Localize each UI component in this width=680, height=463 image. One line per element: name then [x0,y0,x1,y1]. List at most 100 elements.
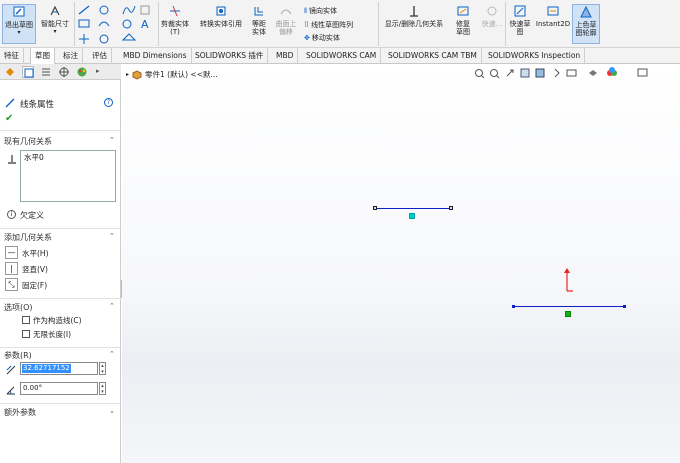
tab-evaluate[interactable]: 评估 [88,48,112,64]
crosshair-icon [59,67,69,77]
rapid-sketch-button[interactable]: 快速草图 [507,4,533,36]
mirror-icon: ⫴ [304,6,307,15]
svg-text:A: A [141,18,149,31]
add-fix-label[interactable]: 固定(F) [22,280,47,291]
parameters-header[interactable]: 参数(R) [4,350,32,361]
section-divider [0,298,121,299]
trim-entities-label: 剪裁实体(T) [161,20,189,36]
relations-icon [410,6,418,17]
tab-cam[interactable]: SOLIDWORKS CAM [302,48,382,64]
move-icon: ✥ [304,34,310,42]
exit-sketch-icon [13,6,25,17]
add-horizontal-label[interactable]: 水平(H) [22,248,49,259]
heads-up-toolbar[interactable] [472,67,662,79]
shaded-contours-label: 上色草图轮廓 [575,21,597,37]
selected-sketch-line[interactable] [375,208,451,209]
display-tab[interactable] [76,66,88,78]
line-endpoint[interactable] [623,305,626,308]
collapse-chevron-icon[interactable]: ⌃ [109,302,116,310]
property-tab[interactable] [22,66,34,78]
tab-inspection[interactable]: SOLIDWORKS Inspection [484,48,586,64]
tab-mbd[interactable]: MBD [272,48,299,64]
offset-entities-button[interactable]: 等距实体 [247,4,271,36]
line-icon [5,98,15,108]
line-endpoint[interactable] [512,305,515,308]
smart-dimension-icon [50,5,60,16]
horizontal-relation-glyph[interactable] [409,213,415,219]
existing-relations-list[interactable]: 水平0 [20,150,116,202]
convert-entities-button[interactable]: 转换实体引用 [195,4,247,28]
length-spinner[interactable]: ▴ ▾ [99,362,106,375]
property-manager: ▸ 线条属性 ? ✔ 现有几何关系 ⌃ 水平0 i 欠定义 添加几何关系 ⌃ —… [0,64,121,463]
feature-tree-tab[interactable] [4,66,16,78]
tab-addins[interactable]: SOLIDWORKS 插件 [191,48,269,64]
dimxpert-tab[interactable] [58,66,70,78]
repair-sketch-button[interactable]: 修复草图 [448,4,478,36]
collapse-chevron-icon[interactable]: ⌃ [109,232,116,240]
manager-tabs: ▸ [0,64,121,80]
construction-checkbox[interactable] [22,316,30,324]
more-tabs-icon[interactable]: ▸ [96,67,100,75]
horizontal-relation-icon [8,155,16,164]
help-icon[interactable]: ? [104,98,113,107]
config-tab[interactable] [40,66,52,78]
collapse-chevron-icon[interactable]: ⌃ [109,136,116,144]
feature-tree-flyout[interactable]: ▸ 零件1 (默认) <<默... [126,69,218,80]
repair-icon [457,6,469,16]
sketch-line[interactable] [513,306,625,307]
command-ribbon: 退出草图 ▾ 智能尺寸 ▾ A 剪裁实体(T) 转换实体引用 等距实体 曲面上偏… [0,0,680,48]
fix-icon[interactable]: ⤡ [5,278,18,291]
rapid-sketch-icon [514,5,526,17]
options-header[interactable]: 选项(O) [4,302,33,313]
ok-checkmark-icon[interactable]: ✔ [5,113,13,124]
offset-on-surface-button[interactable]: 曲面上偏移 [274,4,298,36]
infinite-length-checkbox[interactable] [22,330,30,338]
horizontal-icon[interactable]: — [5,246,18,259]
part-icon [132,69,142,80]
graphics-area[interactable]: ▸ 零件1 (默认) <<默... [122,64,680,463]
angle-spinner[interactable]: ▴ ▾ [99,382,106,395]
palette-icon [77,67,87,77]
linear-pattern-button[interactable]: ⠿ 线性草图阵列 [304,20,353,30]
collapse-chevron-icon[interactable]: ⌃ [109,350,116,358]
existing-relations-header[interactable]: 现有几何关系 [4,136,52,147]
tab-markup[interactable]: 标注 [59,48,83,64]
length-input[interactable]: 32.62717152 [20,362,98,375]
command-tabs: 特征 草图 标注 评估 MBD Dimensions SOLIDWORKS 插件… [0,48,680,65]
construction-label[interactable]: 作为构造线(C) [33,315,82,326]
trim-entities-button[interactable]: 剪裁实体(T) [158,4,192,36]
rapid-sketch-label: 快速草图 [509,20,531,36]
tab-mbd-dimensions[interactable]: MBD Dimensions [119,48,192,64]
tab-sketch[interactable]: 草图 [30,48,55,65]
info-icon: i [7,210,16,219]
move-entities-button[interactable]: ✥ 移动实体 [304,33,340,43]
add-vertical-label[interactable]: 竖直(V) [22,264,48,275]
vertical-icon[interactable]: | [5,262,18,275]
add-relations-header[interactable]: 添加几何关系 [4,232,52,243]
chevron-down-icon: ▾ [53,28,57,35]
offset-on-surface-label: 曲面上偏移 [275,20,297,36]
ribbon-divider [74,2,75,46]
shaded-contours-button[interactable]: 上色草图轮廓 [572,4,600,44]
quick-snaps-button[interactable]: 快速... [480,4,504,28]
chevron-down-icon: ▾ [17,29,21,36]
display-relations-label: 显示/删除几何关系 [384,20,444,28]
extra-parameters-header[interactable]: 额外参数 [4,407,36,418]
instant2d-button[interactable]: Instant2D [535,4,571,28]
relation-item[interactable]: 水平0 [21,151,115,164]
mirror-entities-button[interactable]: ⫴ 镜向实体 [304,6,337,16]
display-relations-button[interactable]: 显示/删除几何关系 [382,4,446,28]
angle-input[interactable]: 0.00° [20,382,98,395]
line-endpoint[interactable] [373,206,377,210]
infinite-length-label[interactable]: 无限长度(I) [33,329,71,340]
repair-sketch-label: 修复草图 [456,20,470,36]
tab-features[interactable]: 特征 [0,48,24,64]
expand-chevron-icon[interactable]: ⌄ [109,407,116,415]
sketch-tools-grid[interactable]: A [77,4,155,46]
ribbon-divider [378,2,379,46]
smart-dimension-button[interactable]: 智能尺寸 ▾ [38,4,72,36]
line-endpoint[interactable] [449,206,453,210]
horizontal-relation-glyph[interactable] [565,311,571,317]
exit-sketch-button[interactable]: 退出草图 ▾ [2,4,36,44]
tab-cam-tbm[interactable]: SOLIDWORKS CAM TBM [384,48,482,64]
